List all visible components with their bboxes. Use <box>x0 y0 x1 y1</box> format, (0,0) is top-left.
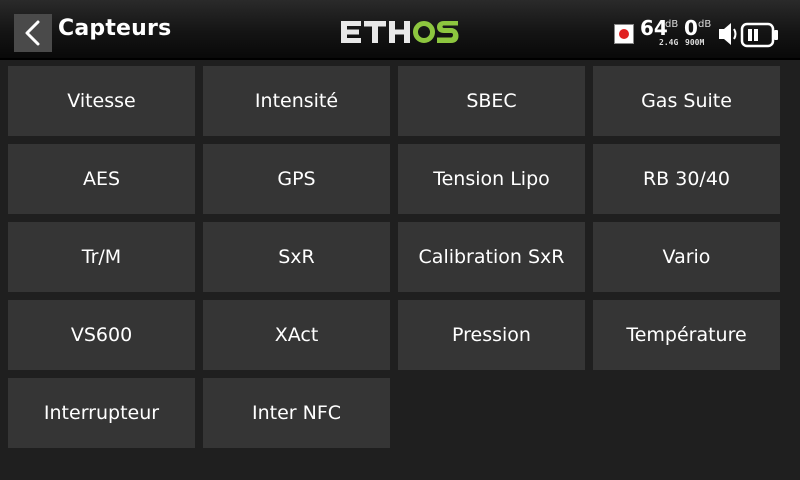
rssi-secondary-unit: dB <box>698 19 712 30</box>
sensor-tile-pression[interactable]: Pression <box>398 300 585 370</box>
ethos-logo <box>341 21 459 43</box>
sensor-tile-tension-lipo[interactable]: Tension Lipo <box>398 144 585 214</box>
sensor-tile-sxr[interactable]: SxR <box>203 222 390 292</box>
rssi-secondary-value: 0 <box>684 16 698 40</box>
sensor-tile-vario[interactable]: Vario <box>593 222 780 292</box>
sensor-tile-vs600[interactable]: VS600 <box>8 300 195 370</box>
sensor-tile-xact[interactable]: XAct <box>203 300 390 370</box>
sensor-tile-intensite[interactable]: Intensité <box>203 66 390 136</box>
sensor-tile-rb-30-40[interactable]: RB 30/40 <box>593 144 780 214</box>
chevron-left-icon <box>25 20 40 46</box>
band-900m-label: 900M <box>685 38 705 47</box>
speaker-icon[interactable] <box>718 21 740 47</box>
sensor-tile-sbec[interactable]: SBEC <box>398 66 585 136</box>
battery-icon <box>740 22 778 48</box>
sensor-tile-aes[interactable]: AES <box>8 144 195 214</box>
top-bar: Capteurs 64 dB 2.4G 0 dB 900M <box>0 0 800 60</box>
sensor-tile-vitesse[interactable]: Vitesse <box>8 66 195 136</box>
back-button[interactable] <box>14 14 52 52</box>
sensor-tile-gas-suite[interactable]: Gas Suite <box>593 66 780 136</box>
sensor-tile-tr-m[interactable]: Tr/M <box>8 222 195 292</box>
record-icon[interactable] <box>614 24 634 44</box>
band-2-4g-label: 2.4G <box>659 38 679 47</box>
page-title: Capteurs <box>58 16 172 41</box>
rssi-primary-unit: dB <box>665 19 679 30</box>
sensor-tile-temperature[interactable]: Température <box>593 300 780 370</box>
sensor-tile-calibration-sxr[interactable]: Calibration SxR <box>398 222 585 292</box>
rssi-primary-value: 64 <box>640 16 668 40</box>
sensor-tile-inter-nfc[interactable]: Inter NFC <box>203 378 390 448</box>
sensor-tile-gps[interactable]: GPS <box>203 144 390 214</box>
sensor-tile-interrupteur[interactable]: Interrupteur <box>8 378 195 448</box>
